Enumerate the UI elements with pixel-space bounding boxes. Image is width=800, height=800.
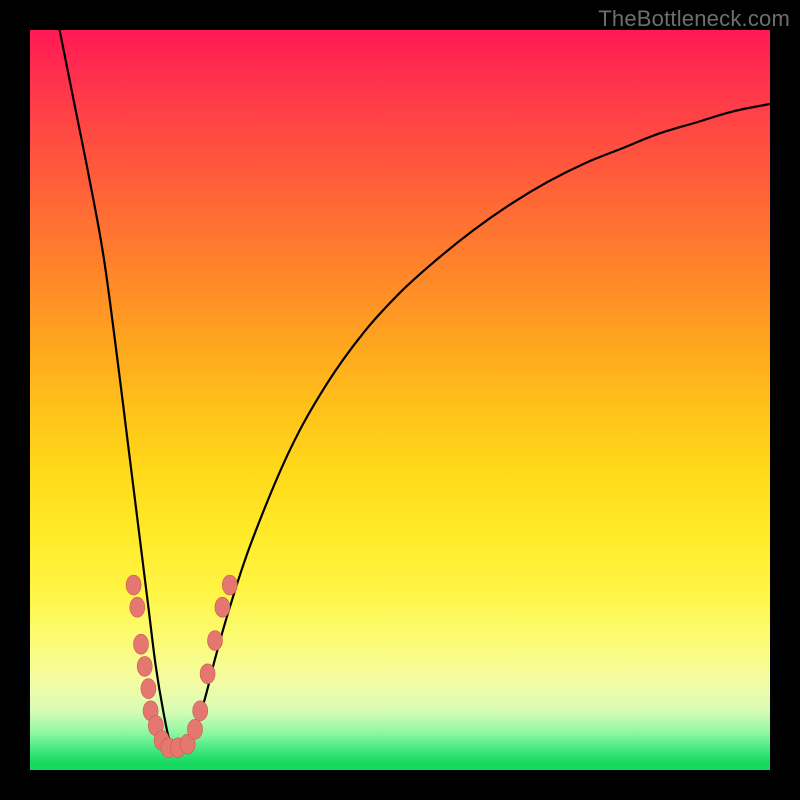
highlighted-points-group bbox=[126, 575, 237, 758]
data-marker bbox=[126, 575, 141, 595]
chart-svg bbox=[30, 30, 770, 770]
plot-area bbox=[30, 30, 770, 770]
data-marker bbox=[188, 719, 203, 739]
data-marker bbox=[137, 656, 152, 676]
data-marker bbox=[141, 679, 156, 699]
watermark-label: TheBottleneck.com bbox=[598, 6, 790, 32]
data-marker bbox=[134, 634, 149, 654]
data-marker bbox=[208, 631, 223, 651]
data-marker bbox=[222, 575, 237, 595]
chart-frame: TheBottleneck.com bbox=[0, 0, 800, 800]
data-marker bbox=[215, 597, 230, 617]
data-marker bbox=[200, 664, 215, 684]
data-marker bbox=[193, 701, 208, 721]
bottleneck-curve bbox=[60, 30, 770, 748]
data-marker bbox=[130, 597, 145, 617]
